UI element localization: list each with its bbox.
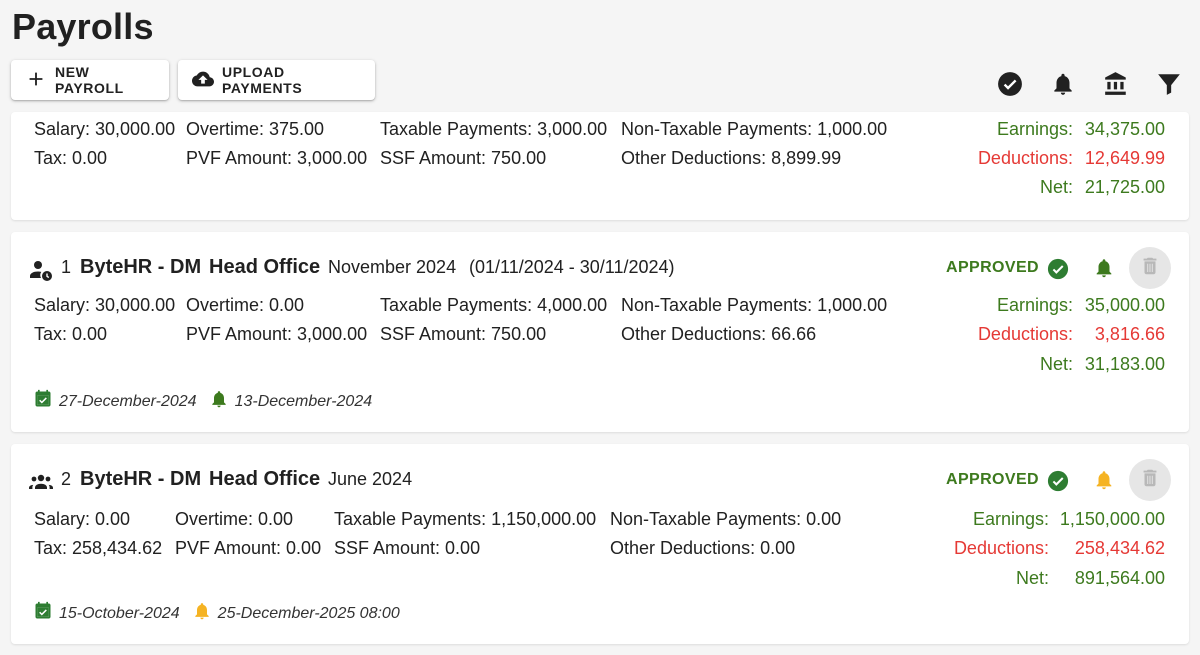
approved-check-icon[interactable] (1046, 257, 1070, 281)
plus-icon (25, 68, 47, 93)
deductions-label: Deductions: (977, 148, 1073, 168)
new-payroll-label: NEW PAYROLL (55, 64, 124, 96)
salary-field: Salary: 30,000.00 (34, 119, 176, 139)
deductions-value: 3,816.66 (1094, 324, 1165, 344)
upload-payments-button[interactable]: UPLOAD PAYMENTS (178, 60, 375, 100)
office-name[interactable]: Head Office (209, 256, 320, 279)
net-label: Net: (1039, 177, 1073, 197)
delete-button[interactable] (1129, 459, 1171, 501)
tax-field: Tax: 258,434.62 (34, 538, 163, 558)
bell-icon[interactable] (1092, 468, 1116, 492)
overtime-field: Overtime: 375.00 (186, 119, 325, 139)
payroll-card[interactable]: 1 ByteHR - DM Head Office November 2024 … (11, 232, 1189, 432)
taxable-payments-field: Taxable Payments: 3,000.00 (380, 119, 608, 139)
company-name[interactable]: ByteHR - DM (80, 256, 201, 279)
ssf-amount-field: SSF Amount: 750.00 (380, 324, 547, 344)
overtime-field: Overtime: 0.00 (175, 509, 294, 529)
check-circle-icon[interactable] (996, 70, 1024, 98)
non-taxable-payments-field: Non-Taxable Payments: 1,000.00 (621, 119, 888, 139)
tax-field: Tax: 0.00 (34, 148, 108, 168)
taxable-payments-field: Taxable Payments: 4,000.00 (380, 295, 608, 315)
upload-payments-label: UPLOAD PAYMENTS (222, 64, 303, 96)
person-clock-icon (29, 258, 53, 282)
deductions-value: 258,434.62 (1074, 538, 1165, 558)
calendar-check-icon (33, 601, 53, 626)
other-deductions-field: Other Deductions: 8,899.99 (621, 148, 842, 168)
approved-check-icon[interactable] (1046, 469, 1070, 493)
payroll-card[interactable]: 2 ByteHR - DM Head Office June 2024 APPR… (11, 444, 1189, 644)
status-badge: APPROVED (946, 259, 1039, 276)
payroll-dates: 27-December-2024 13-December-2024 (33, 389, 372, 414)
filter-icon[interactable] (1155, 70, 1183, 98)
net-value: 31,183.00 (1084, 354, 1165, 374)
ssf-amount-field: SSF Amount: 750.00 (380, 148, 547, 168)
new-payroll-button[interactable]: NEW PAYROLL (11, 60, 169, 100)
bank-icon[interactable] (1102, 70, 1130, 98)
net-label: Net: (1015, 568, 1049, 588)
payment-date: 15-October-2024 (59, 604, 180, 622)
payroll-period: June 2024 (328, 469, 413, 489)
delete-button[interactable] (1129, 247, 1171, 289)
trash-icon (1139, 467, 1161, 494)
trash-icon (1139, 255, 1161, 282)
salary-field: Salary: 0.00 (34, 509, 131, 529)
payroll-date-range: (01/11/2024 - 30/11/2024) (469, 257, 675, 277)
payroll-dates: 15-October-2024 25-December-2025 08:00 (33, 601, 400, 626)
earnings-label: Earnings: (996, 119, 1073, 139)
net-label: Net: (1039, 354, 1073, 374)
bell-icon[interactable] (1092, 256, 1116, 280)
payroll-number: 1 (61, 257, 72, 277)
bell-icon (209, 389, 229, 414)
earnings-label: Earnings: (996, 295, 1073, 315)
non-taxable-payments-field: Non-Taxable Payments: 0.00 (610, 509, 842, 529)
taxable-payments-field: Taxable Payments: 1,150,000.00 (334, 509, 597, 529)
earnings-value: 34,375.00 (1084, 119, 1165, 139)
earnings-value: 35,000.00 (1084, 295, 1165, 315)
office-name[interactable]: Head Office (209, 468, 320, 491)
deductions-label: Deductions: (953, 538, 1049, 558)
earnings-value: 1,150,000.00 (1059, 509, 1165, 529)
notification-date: 13-December-2024 (234, 392, 373, 410)
payment-date: 27-December-2024 (59, 392, 197, 410)
salary-field: Salary: 30,000.00 (34, 295, 176, 315)
ssf-amount-field: SSF Amount: 0.00 (334, 538, 481, 558)
payroll-card[interactable]: Salary: 30,000.00 Overtime: 375.00 Taxab… (11, 112, 1189, 220)
bell-icon[interactable] (1049, 70, 1077, 98)
bell-icon (192, 601, 212, 626)
payroll-period: November 2024 (328, 257, 457, 277)
pvf-amount-field: PVF Amount: 3,000.00 (186, 148, 368, 168)
net-value: 21,725.00 (1084, 177, 1165, 197)
pvf-amount-field: PVF Amount: 0.00 (175, 538, 322, 558)
overtime-field: Overtime: 0.00 (186, 295, 305, 315)
net-value: 891,564.00 (1074, 568, 1165, 588)
other-deductions-field: Other Deductions: 0.00 (610, 538, 796, 558)
status-badge: APPROVED (946, 471, 1039, 488)
payroll-number: 2 (61, 469, 72, 489)
calendar-check-icon (33, 389, 53, 414)
cloud-upload-icon (192, 68, 214, 93)
page-title: Payrolls (12, 6, 154, 47)
company-name[interactable]: ByteHR - DM (80, 468, 201, 491)
pvf-amount-field: PVF Amount: 3,000.00 (186, 324, 368, 344)
notification-date: 25-December-2025 08:00 (217, 604, 400, 622)
non-taxable-payments-field: Non-Taxable Payments: 1,000.00 (621, 295, 888, 315)
deductions-value: 12,649.99 (1084, 148, 1165, 168)
earnings-label: Earnings: (972, 509, 1049, 529)
tax-field: Tax: 0.00 (34, 324, 108, 344)
deductions-label: Deductions: (977, 324, 1073, 344)
other-deductions-field: Other Deductions: 66.66 (621, 324, 817, 344)
group-icon (29, 470, 53, 494)
